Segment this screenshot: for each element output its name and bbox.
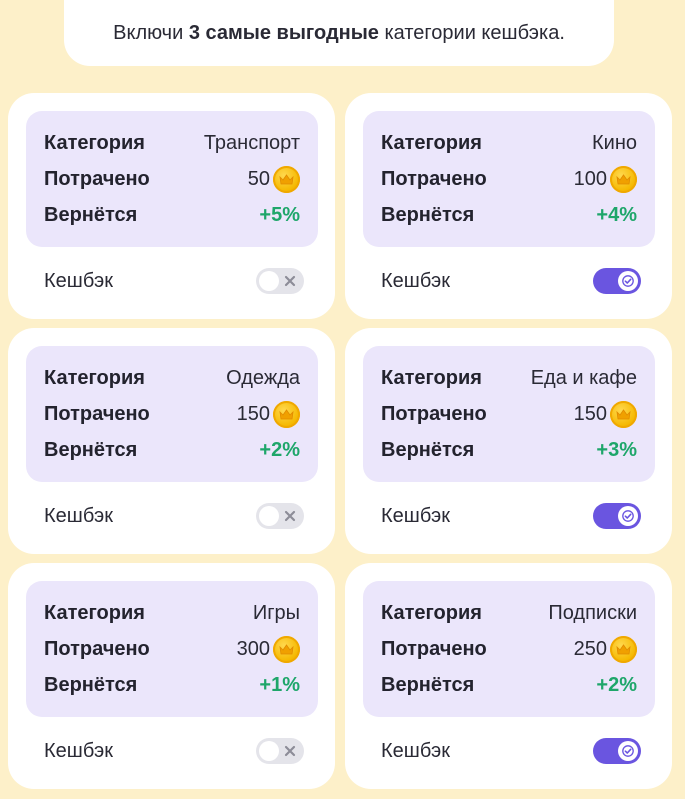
cashback-card-4: Категория Игры Потрачено 300 Вернётся +1% К… xyxy=(8,563,335,789)
card-info: Категория Транспорт Потрачено 50 Вернётся +… xyxy=(26,111,318,247)
category-value: Одежда xyxy=(226,366,300,389)
instruction-bold: 3 самые выгодные xyxy=(188,21,379,44)
category-label: Категория xyxy=(381,131,482,154)
toggle-knob xyxy=(259,741,279,761)
crown-coin-icon xyxy=(273,165,300,193)
spent-value: 50 xyxy=(247,165,300,193)
check-icon xyxy=(618,506,638,526)
spent-amount: 50 xyxy=(247,167,270,190)
spent-amount: 300 xyxy=(236,637,270,660)
crown-coin-icon xyxy=(610,165,637,193)
x-icon xyxy=(284,510,296,522)
cashback-toggle[interactable] xyxy=(593,738,641,764)
cashback-row: Кешбэк xyxy=(381,263,641,299)
crown-coin-icon xyxy=(610,635,637,663)
returns-label: Вернётся xyxy=(44,438,138,461)
cashback-label: Кешбэк xyxy=(44,269,114,292)
category-label: Категория xyxy=(44,131,145,154)
x-icon xyxy=(284,745,296,757)
spent-amount: 250 xyxy=(573,637,607,660)
spent-label: Потрачено xyxy=(44,637,150,660)
returns-label: Вернётся xyxy=(44,673,138,696)
category-value: Подписки xyxy=(548,601,637,624)
spent-amount: 150 xyxy=(236,402,270,425)
spent-label: Потрачено xyxy=(381,637,487,660)
instruction-banner: Включи 3 самые выгодные категории кешбэк… xyxy=(64,0,614,66)
cashback-row: Кешбэк xyxy=(381,498,641,534)
spent-value: 150 xyxy=(236,400,300,428)
cashback-card-2: Категория Одежда Потрачено 150 Вернётся +2%… xyxy=(8,328,335,554)
cashback-label: Кешбэк xyxy=(381,504,451,527)
spent-value: 100 xyxy=(573,165,637,193)
cashback-label: Кешбэк xyxy=(44,504,114,527)
card-info: Категория Одежда Потрачено 150 Вернётся +2% xyxy=(26,346,318,482)
check-icon xyxy=(618,741,638,761)
cashback-row: Кешбэк xyxy=(44,733,304,769)
category-value: Кино xyxy=(592,131,637,154)
cashback-toggle[interactable] xyxy=(256,503,304,529)
cashback-label: Кешбэк xyxy=(381,269,451,292)
toggle-knob xyxy=(259,506,279,526)
spent-value: 300 xyxy=(236,635,300,663)
spent-label: Потрачено xyxy=(44,167,150,190)
returns-value: +1% xyxy=(259,673,300,696)
card-info: Категория Подписки Потрачено 250 Вернётся +… xyxy=(363,581,655,717)
instruction-text: Включи 3 самые выгодные категории кешбэк… xyxy=(113,22,565,45)
cashback-label: Кешбэк xyxy=(44,739,114,762)
cashback-toggle[interactable] xyxy=(593,503,641,529)
returns-value: +2% xyxy=(259,438,300,461)
cashback-row: Кешбэк xyxy=(44,498,304,534)
card-info: Категория Игры Потрачено 300 Вернётся +1% xyxy=(26,581,318,717)
returns-label: Вернётся xyxy=(44,203,138,226)
crown-coin-icon xyxy=(273,400,300,428)
returns-value: +4% xyxy=(596,203,637,226)
category-value: Игры xyxy=(252,601,300,624)
returns-value: +5% xyxy=(259,203,300,226)
cashback-toggle[interactable] xyxy=(593,268,641,294)
returns-label: Вернётся xyxy=(381,203,475,226)
cashback-card-1: Категория Кино Потрачено 100 Вернётся +4% К… xyxy=(345,93,672,319)
category-label: Категория xyxy=(381,601,482,624)
category-value: Еда и кафе xyxy=(530,366,637,389)
returns-label: Вернётся xyxy=(381,673,475,696)
cashback-toggle[interactable] xyxy=(256,738,304,764)
instruction-suffix: категории кешбэка. xyxy=(378,21,565,44)
cashback-row: Кешбэк xyxy=(381,733,641,769)
instruction-prefix: Включи xyxy=(113,21,189,44)
card-info: Категория Еда и кафе Потрачено 150 Вернётс… xyxy=(363,346,655,482)
category-label: Категория xyxy=(44,366,145,389)
check-icon xyxy=(618,271,638,291)
cashback-row: Кешбэк xyxy=(44,263,304,299)
x-icon xyxy=(284,275,296,287)
spent-label: Потрачено xyxy=(381,402,487,425)
category-label: Категория xyxy=(44,601,145,624)
crown-coin-icon xyxy=(610,400,637,428)
cashback-card-3: Категория Еда и кафе Потрачено 150 Вернётс… xyxy=(345,328,672,554)
spent-label: Потрачено xyxy=(381,167,487,190)
spent-label: Потрачено xyxy=(44,402,150,425)
returns-value: +3% xyxy=(596,438,637,461)
cashback-toggle[interactable] xyxy=(256,268,304,294)
card-info: Категория Кино Потрачено 100 Вернётся +4% xyxy=(363,111,655,247)
spent-amount: 150 xyxy=(573,402,607,425)
returns-label: Вернётся xyxy=(381,438,475,461)
cashback-label: Кешбэк xyxy=(381,739,451,762)
toggle-knob xyxy=(259,271,279,291)
category-value: Транспорт xyxy=(203,131,300,154)
cashback-card-5: Категория Подписки Потрачено 250 Вернётся +… xyxy=(345,563,672,789)
spent-value: 150 xyxy=(573,400,637,428)
cashback-card-0: Категория Транспорт Потрачено 50 Вернётся +… xyxy=(8,93,335,319)
spent-amount: 100 xyxy=(573,167,607,190)
crown-coin-icon xyxy=(273,635,300,663)
category-label: Категория xyxy=(381,366,482,389)
spent-value: 250 xyxy=(573,635,637,663)
returns-value: +2% xyxy=(596,673,637,696)
